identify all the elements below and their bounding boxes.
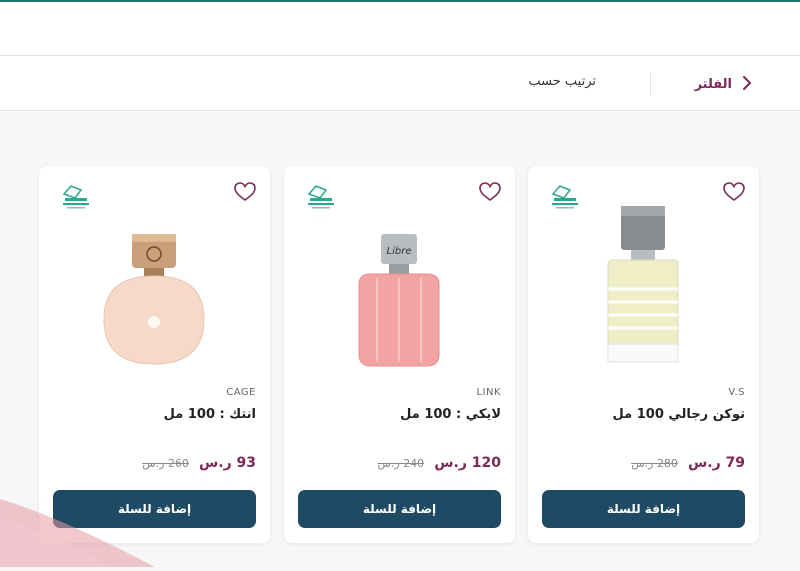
heart-icon[interactable] [723,182,745,202]
add-to-cart-button[interactable]: إضافة للسلة [298,490,501,528]
filter-toolbar: الفلتر ترتيب حسب [0,56,800,111]
product-title[interactable]: لايكي : 100 مل [400,407,501,422]
decorative-corner-shape [0,487,160,567]
add-to-cart-button[interactable]: إضافة للسلة [542,490,745,528]
product-brand: CAGE [226,387,256,398]
product-old-price: 260 ر.س [142,457,189,470]
sort-dropdown[interactable]: ترتيب حسب [528,74,596,89]
product-price: 79 ر.س [687,455,745,471]
filter-button[interactable]: الفلتر [695,73,752,95]
product-title[interactable]: توكن رجالي 100 مل [613,407,745,422]
product-image[interactable] [84,204,224,374]
price-row: 120 ر.س 240 ر.س [377,455,501,471]
product-card[interactable]: V.S توكن رجالي 100 مل 79 ر.س 280 ر.س إضا… [528,166,759,543]
product-image[interactable] [573,204,713,374]
heart-icon[interactable] [479,182,501,202]
product-card[interactable]: Libre LINK لايكي : 100 مل 120 ر.س 240 ر.… [284,166,515,543]
product-title[interactable]: انتك : 100 مل [164,407,256,422]
product-image[interactable]: Libre [329,204,469,374]
filter-label: الفلتر [694,76,732,92]
toolbar-divider [650,72,651,96]
heart-icon[interactable] [234,182,256,202]
chevron-right-icon [742,75,752,94]
product-price: 93 ر.س [198,455,256,471]
product-old-price: 280 ر.س [631,457,678,470]
price-row: 93 ر.س 260 ر.س [142,455,256,471]
product-brand: LINK [476,387,501,398]
product-old-price: 240 ر.س [377,457,425,470]
product-price: 120 ر.س [434,455,501,471]
product-brand: V.S [728,387,745,398]
svg-text:Libre: Libre [387,246,412,257]
price-row: 79 ر.س 280 ر.س [631,455,745,471]
page-header [0,2,800,56]
